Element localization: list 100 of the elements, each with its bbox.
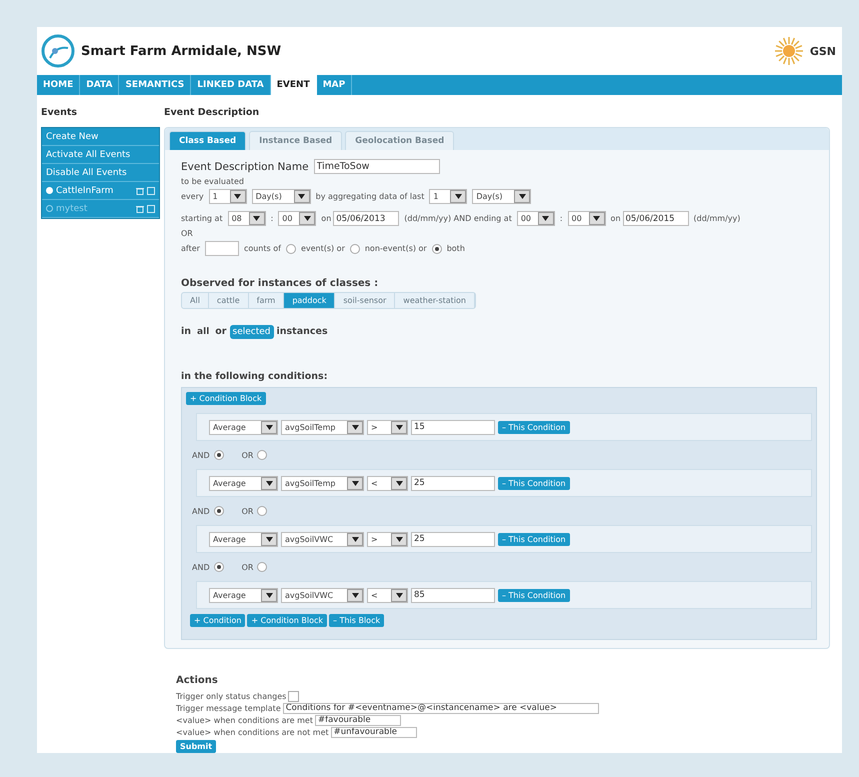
value-field[interactable]: 25 [411, 476, 495, 490]
dropdown[interactable]: Average [209, 476, 278, 490]
sun-icon [774, 36, 804, 66]
radio-button[interactable] [214, 450, 224, 460]
bin-icon[interactable] [136, 204, 144, 212]
dropdown[interactable]: Day(s) [472, 189, 532, 204]
input-field[interactable]: Conditions for #<eventname>@<instancename> are <value> [282, 702, 599, 714]
caret-icon [347, 588, 363, 602]
radio-button[interactable] [257, 506, 268, 516]
caret-icon [261, 476, 277, 490]
value-field[interactable]: 85 [411, 588, 495, 602]
field-label: (dd/mm/yy) [694, 214, 740, 223]
separator: : [560, 214, 563, 223]
joiner-label: AND [192, 562, 210, 572]
radio-button[interactable] [432, 244, 442, 254]
dropdown[interactable]: < [367, 588, 408, 602]
radio-button[interactable] [257, 562, 268, 572]
dropdown[interactable]: > [367, 420, 408, 434]
sidebar-title: Events [41, 107, 78, 120]
dropdown[interactable]: avgSoilTemp [281, 420, 364, 434]
joiner-label: AND [192, 450, 210, 460]
radio-label: both [446, 244, 465, 253]
section-title: Event Description [164, 107, 260, 120]
radio-label: event(s) or [300, 244, 345, 253]
radio-label: non-event(s) or [364, 244, 427, 253]
section-heading: Actions [176, 675, 219, 686]
checkbox[interactable] [288, 690, 300, 702]
dropdown[interactable]: Average [209, 588, 278, 602]
logo-icon [41, 34, 75, 68]
dropdown[interactable]: Day(s) [252, 189, 311, 204]
radio-button[interactable] [214, 506, 224, 516]
scope-toggle[interactable]: all [194, 324, 212, 338]
or-label: OR [181, 229, 193, 238]
field-label: starting at [181, 214, 223, 223]
radio-button[interactable] [350, 244, 360, 254]
section-heading: Observed for instances of classes : [181, 278, 378, 289]
radio-button[interactable] [257, 450, 268, 460]
caret-icon [588, 212, 605, 225]
count-field[interactable] [204, 241, 239, 256]
caret-icon [261, 532, 277, 546]
caret-icon [391, 588, 407, 602]
nav-tab[interactable]: EVENT [270, 75, 317, 95]
caret-icon [230, 190, 246, 203]
class-tab[interactable]: weather-station [395, 293, 475, 308]
class-tab[interactable]: All [182, 293, 209, 308]
value-field[interactable]: 15 [411, 420, 495, 434]
dropdown[interactable]: Average [209, 420, 278, 434]
dropdown[interactable]: Average [209, 532, 278, 546]
caret-icon [450, 190, 466, 203]
bin-icon[interactable] [136, 186, 144, 194]
caret-icon [261, 588, 277, 602]
dropdown[interactable]: > [367, 532, 408, 546]
dropdown[interactable]: avgSoilVWC [281, 588, 364, 602]
field-label: Event Description Name [181, 160, 309, 172]
radio-button[interactable] [286, 244, 296, 254]
caret-icon [391, 532, 407, 546]
field-label: Trigger message template [176, 704, 281, 712]
dropdown[interactable]: 00 [278, 211, 316, 226]
field-label: Trigger only status changes [176, 692, 286, 700]
joiner-label: OR [242, 450, 254, 460]
caret-icon [299, 212, 316, 225]
radio-button[interactable] [214, 562, 224, 572]
class-tab[interactable]: cattle [208, 293, 249, 308]
separator: : [270, 214, 274, 223]
field-label: (dd/mm/yy) AND ending at [404, 214, 512, 223]
caret-icon [248, 212, 265, 225]
caret-icon [347, 532, 363, 546]
caret-icon [391, 476, 407, 490]
joiner-label: AND [192, 506, 210, 516]
site-title: Smart Farm Armidale, NSW [81, 44, 282, 58]
dropdown[interactable]: 08 [228, 211, 266, 226]
dropdown[interactable]: avgSoilVWC [281, 532, 364, 546]
dropdown[interactable]: 00 [568, 211, 606, 226]
joiner-label: OR [242, 562, 254, 572]
class-tab[interactable]: soil-sensor [335, 293, 396, 308]
scope-label: instances [276, 326, 328, 337]
field-label: after [181, 244, 200, 253]
square-icon[interactable] [147, 204, 155, 212]
field-label: <value> when conditions are not met [176, 728, 329, 736]
caret-icon [347, 420, 363, 434]
square-icon[interactable] [147, 186, 155, 194]
joiner-label: OR [242, 506, 254, 516]
date-field[interactable]: 05/06/2015 [622, 211, 689, 226]
date-field[interactable]: 05/06/2013 [333, 211, 400, 226]
dropdown[interactable]: avgSoilTemp [281, 476, 364, 490]
dropdown[interactable]: 1 [208, 189, 247, 204]
caret-icon [391, 420, 407, 434]
brand-name: GSN [810, 44, 836, 58]
caret-icon [261, 420, 277, 434]
field-label: on [610, 214, 621, 223]
caret-icon [347, 476, 363, 490]
input-field[interactable]: #favourable [314, 714, 401, 726]
input-field[interactable]: TimeToSow [314, 159, 440, 174]
dropdown[interactable]: 00 [516, 211, 555, 226]
value-field[interactable]: 25 [411, 532, 495, 546]
dropdown[interactable]: < [367, 476, 408, 490]
input-field[interactable]: #unfavourable [330, 726, 417, 738]
scope-label: or [215, 326, 226, 337]
field-label: counts of [244, 244, 281, 253]
dropdown[interactable]: 1 [429, 189, 468, 204]
